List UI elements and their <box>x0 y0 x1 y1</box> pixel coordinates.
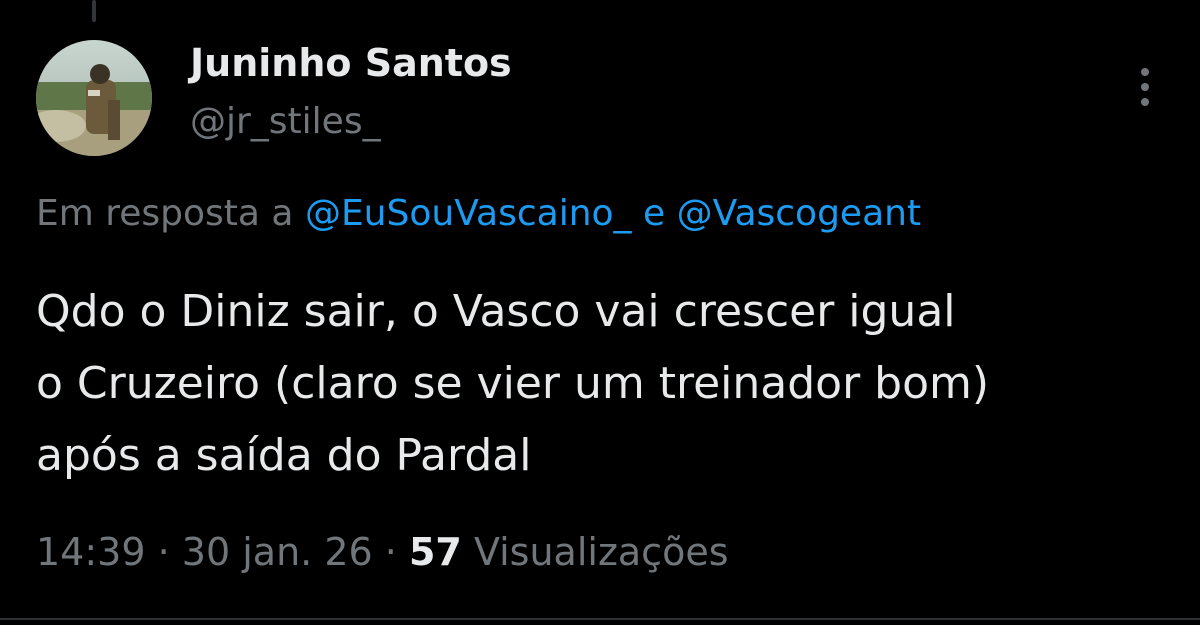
mention-link-2[interactable]: @Vascogeant <box>677 193 921 234</box>
divider <box>0 618 1200 620</box>
tweet-text-line: Qdo o Diniz sair, o Vasco vai crescer ig… <box>36 286 956 337</box>
mention-link-1[interactable]: @EuSouVascaino_ <box>305 193 632 234</box>
meta-separator: · <box>384 530 397 574</box>
avatar-image <box>36 40 152 156</box>
reply-conjunction: e <box>643 193 666 234</box>
reply-context: Em resposta a @EuSouVascaino_ e @Vascoge… <box>36 194 921 234</box>
author-handle[interactable]: @jr_stiles_ <box>190 104 381 140</box>
meta-separator: · <box>157 530 170 574</box>
author-display-name[interactable]: Juninho Santos <box>190 44 512 82</box>
tweet-time[interactable]: 14:39 <box>36 530 146 574</box>
views-count: 57 <box>408 530 462 574</box>
tweet-text: Qdo o Diniz sair, o Vasco vai crescer ig… <box>36 276 1146 492</box>
more-dot <box>1141 83 1149 91</box>
thread-connector-line <box>92 0 96 22</box>
avatar[interactable] <box>36 40 152 156</box>
tweet-meta: 14:39 · 30 jan. 26 · 57 Visualizações <box>36 530 729 574</box>
views-label: Visualizações <box>473 530 729 574</box>
tweet-date[interactable]: 30 jan. 26 <box>182 530 373 574</box>
more-options-icon[interactable] <box>1128 68 1162 106</box>
more-dot <box>1141 68 1149 76</box>
tweet-text-line: após a saída do Pardal <box>36 430 532 481</box>
reply-prefix: Em resposta a <box>36 193 294 234</box>
more-dot <box>1141 98 1149 106</box>
tweet-text-line: o Cruzeiro (claro se vier um treinador b… <box>36 358 990 409</box>
